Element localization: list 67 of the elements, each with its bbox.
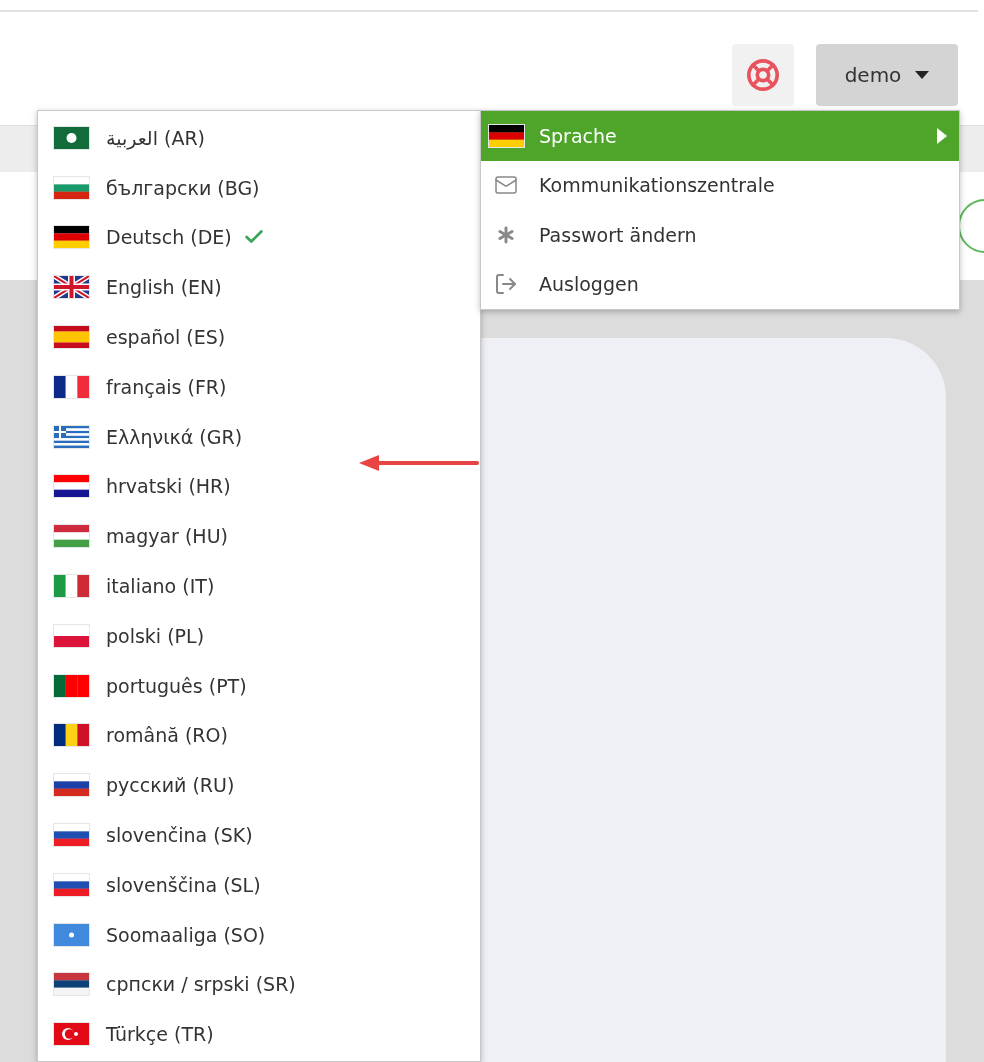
language-item[interactable]: slovenščina (SL): [38, 859, 480, 910]
menu-item[interactable]: Passwort ändern: [481, 210, 959, 260]
flag-icon: [488, 124, 524, 147]
language-label: српски / srpski (SR): [106, 973, 296, 996]
flag-icon: [54, 475, 89, 498]
language-item[interactable]: Ελληνικά (GR): [38, 411, 480, 462]
language-label: español (ES): [106, 326, 226, 349]
language-item[interactable]: Türkçe (TR): [38, 1009, 480, 1060]
logout-icon: [494, 272, 518, 297]
language-item[interactable]: English (EN): [38, 262, 480, 313]
language-label: italiano (IT): [106, 575, 215, 598]
language-label: English (EN): [106, 276, 222, 299]
language-item[interactable]: русский (RU): [38, 760, 480, 811]
language-item[interactable]: polski (PL): [38, 610, 480, 661]
language-item[interactable]: български (BG): [38, 162, 480, 213]
language-label: Türkçe (TR): [106, 1023, 214, 1046]
language-label: Soomaaliga (SO): [106, 923, 266, 946]
flag-icon: [54, 176, 89, 199]
language-label: العربية (AR): [106, 126, 205, 149]
language-item[interactable]: română (RO): [38, 710, 480, 761]
language-item[interactable]: magyar (HU): [38, 511, 480, 562]
flag-icon: [54, 923, 89, 946]
language-label: magyar (HU): [106, 525, 228, 548]
language-label: Deutsch (DE): [106, 226, 232, 249]
language-label: slovenčina (SK): [106, 824, 253, 847]
language-label: português (PT): [106, 674, 247, 697]
flag-icon: [54, 375, 89, 398]
flag-icon: [54, 525, 89, 548]
caret-down-icon: [915, 71, 930, 79]
language-item[interactable]: italiano (IT): [38, 561, 480, 611]
language-label: русский (RU): [106, 774, 235, 797]
language-item[interactable]: Soomaaliga (SO): [38, 909, 480, 960]
menu-item[interactable]: Kommunikationszentrale: [481, 160, 959, 210]
flag-icon: [54, 674, 89, 697]
flag-icon: [54, 326, 89, 349]
language-label: slovenščina (SL): [106, 873, 261, 896]
flag-icon: [54, 226, 89, 249]
flag-icon: [54, 774, 89, 797]
help-button[interactable]: [732, 44, 794, 106]
language-item[interactable]: Deutsch (DE): [38, 212, 480, 263]
language-item[interactable]: slovenčina (SK): [38, 810, 480, 860]
flag-icon: [54, 873, 89, 896]
language-item[interactable]: српски / srpski (SR): [38, 959, 480, 1010]
menu-item[interactable]: Ausloggen: [481, 259, 959, 309]
language-item[interactable]: português (PT): [38, 660, 480, 711]
flag-icon: [54, 276, 89, 299]
language-item[interactable]: español (ES): [38, 312, 480, 362]
flag-icon: [54, 425, 89, 448]
lifebuoy-icon: [746, 58, 780, 92]
language-label: français (FR): [106, 375, 227, 398]
language-item[interactable]: العربية (AR): [38, 113, 480, 163]
language-item[interactable]: français (FR): [38, 362, 480, 412]
flag-icon: [54, 1023, 89, 1046]
language-label: polski (PL): [106, 624, 205, 647]
user-menu-button[interactable]: demo: [816, 44, 958, 106]
flag-icon: [54, 126, 89, 149]
language-label: hrvatski (HR): [106, 475, 231, 498]
language-label: română (RO): [106, 724, 228, 747]
flag-icon: [54, 624, 89, 647]
language-label: Ελληνικά (GR): [106, 425, 243, 448]
flag-icon: [54, 575, 89, 598]
flag-icon: [54, 724, 89, 747]
flag-icon: [54, 973, 89, 996]
flag-icon: [54, 824, 89, 847]
caret-right-icon: [937, 127, 947, 144]
language-item[interactable]: hrvatski (HR): [38, 461, 480, 512]
language-label: български (BG): [106, 176, 260, 199]
